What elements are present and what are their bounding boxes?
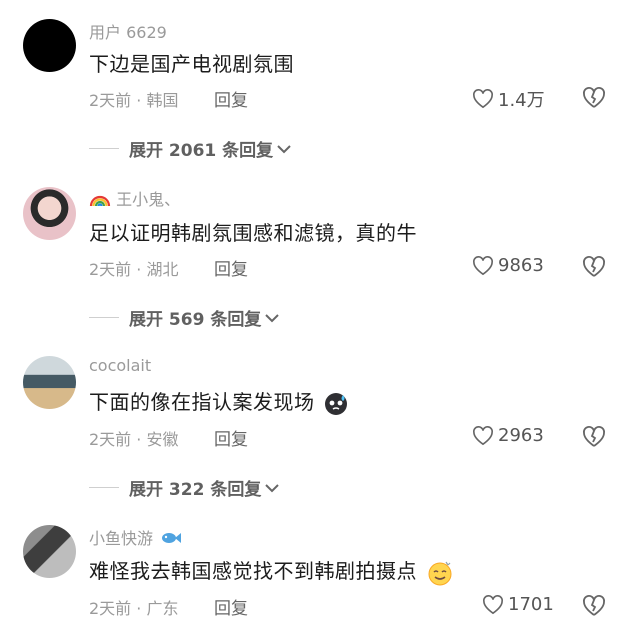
rainbow-icon bbox=[89, 195, 111, 207]
heart-icon bbox=[473, 89, 493, 109]
comment-text-content: 下面的像在指认案发现场 bbox=[89, 390, 315, 414]
divider bbox=[89, 487, 119, 488]
dizzy-smile-emoji-icon bbox=[428, 561, 452, 585]
broken-heart-icon[interactable] bbox=[582, 425, 606, 449]
comment-meta: 2天前 · 安徽 bbox=[89, 430, 179, 449]
broken-heart-icon[interactable] bbox=[582, 255, 606, 279]
avatar[interactable] bbox=[23, 187, 76, 240]
comment-meta: 2天前 · 湖北 bbox=[89, 260, 179, 279]
reply-button[interactable]: 回复 bbox=[214, 86, 248, 111]
expand-replies-button[interactable]: 展开 322 条回复 bbox=[89, 475, 280, 500]
like-count: 1.4万 bbox=[498, 90, 545, 111]
broken-heart-icon[interactable] bbox=[582, 86, 606, 110]
reply-button[interactable]: 回复 bbox=[214, 594, 248, 619]
like-count: 2963 bbox=[498, 425, 544, 446]
sweat-emoji-icon bbox=[325, 392, 348, 415]
avatar[interactable] bbox=[23, 525, 76, 578]
comment-meta: 2天前 · 广东 bbox=[89, 599, 179, 618]
avatar[interactable] bbox=[23, 19, 76, 72]
reply-button[interactable]: 回复 bbox=[214, 425, 248, 450]
comment-text: 难怪我去韩国感觉找不到韩剧拍摄点 bbox=[89, 555, 454, 587]
comment-username-text: 王小鬼、 bbox=[116, 190, 181, 209]
comment-text-content: 难怪我去韩国感觉找不到韩剧拍摄点 bbox=[89, 559, 417, 583]
comment-text: 下边是国产电视剧氛围 bbox=[89, 52, 294, 76]
expand-replies-button[interactable]: 展开 2061 条回复 bbox=[89, 136, 292, 161]
like-button[interactable]: 2963 bbox=[472, 425, 544, 446]
comment-text: 下面的像在指认案发现场 bbox=[89, 386, 349, 417]
expand-replies-button[interactable]: 展开 569 条回复 bbox=[89, 305, 280, 330]
expand-replies-label: 展开 569 条回复 bbox=[129, 310, 262, 330]
fish-icon bbox=[162, 533, 182, 543]
like-button[interactable]: 1.4万 bbox=[472, 86, 545, 112]
heart-icon bbox=[473, 255, 493, 275]
like-count: 9863 bbox=[498, 255, 544, 276]
chevron-down-icon bbox=[265, 313, 280, 322]
expand-replies-label: 展开 2061 条回复 bbox=[129, 141, 274, 161]
heart-icon bbox=[473, 425, 493, 445]
like-button[interactable]: 9863 bbox=[472, 255, 544, 276]
comment-text: 足以证明韩剧氛围感和滤镜，真的牛 bbox=[89, 221, 417, 245]
reply-button[interactable]: 回复 bbox=[214, 255, 248, 280]
comment-meta: 2天前 · 韩国 bbox=[89, 91, 179, 110]
comment-username[interactable]: 王小鬼、 bbox=[89, 186, 180, 210]
like-count: 1701 bbox=[508, 594, 554, 615]
avatar[interactable] bbox=[23, 356, 76, 409]
chevron-down-icon bbox=[265, 483, 280, 492]
comment-username[interactable]: 小鱼快游 bbox=[89, 525, 182, 549]
expand-replies-label: 展开 322 条回复 bbox=[129, 480, 262, 500]
divider bbox=[89, 317, 119, 318]
comment-username[interactable]: cocolait bbox=[89, 356, 151, 375]
comment-username[interactable]: 用户 6629 bbox=[89, 19, 167, 43]
divider bbox=[89, 148, 119, 149]
broken-heart-icon[interactable] bbox=[582, 594, 606, 618]
comment-username-text: 小鱼快游 bbox=[89, 529, 154, 548]
heart-icon bbox=[483, 594, 503, 614]
chevron-down-icon bbox=[277, 144, 291, 153]
like-button[interactable]: 1701 bbox=[482, 594, 554, 615]
